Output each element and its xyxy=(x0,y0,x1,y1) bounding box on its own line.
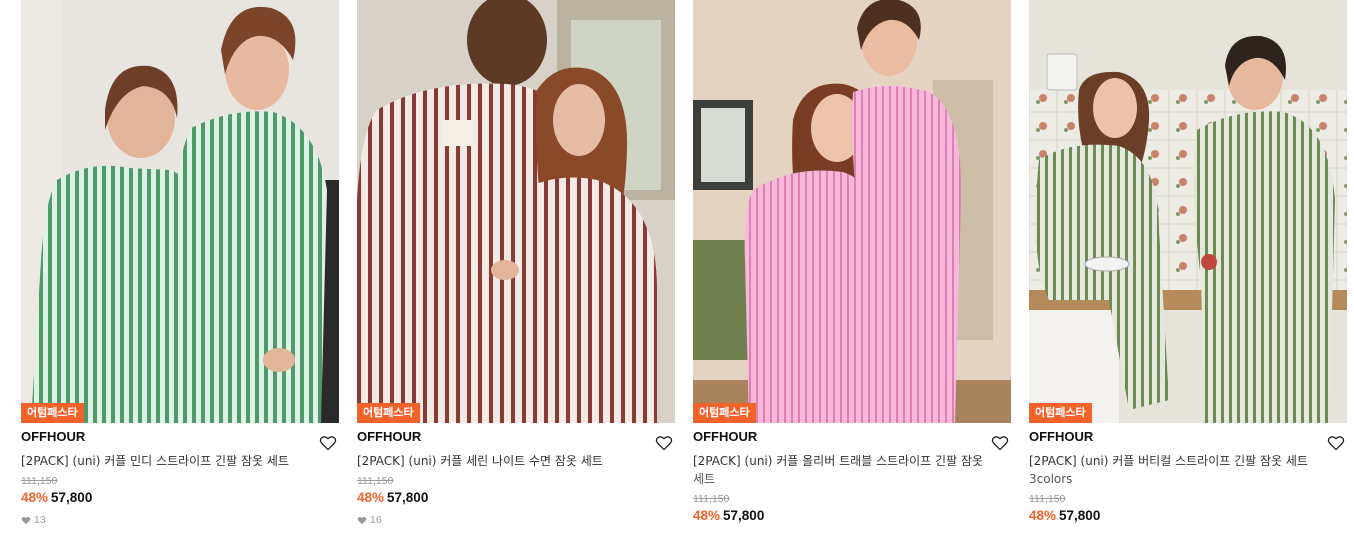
event-badge: 어텀페스타 xyxy=(1029,403,1092,423)
like-count: 13 xyxy=(21,514,339,526)
product-card[interactable]: 어텀페스타 OFFHOUR [2PACK] (uni) 커플 버티컬 스트라이프… xyxy=(1029,0,1347,525)
like-count-value: 16 xyxy=(370,514,382,526)
brand-name[interactable]: OFFHOUR xyxy=(357,429,675,445)
price-row: 48% 57,800 xyxy=(1029,507,1347,525)
price-row: 48% 57,800 xyxy=(693,507,1011,525)
original-price: 111,150 xyxy=(693,493,730,505)
product-photo-4 xyxy=(1029,0,1347,423)
sale-price: 57,800 xyxy=(51,490,93,505)
wishlist-heart-icon[interactable] xyxy=(991,435,1009,451)
product-photo-2 xyxy=(357,0,675,423)
product-name[interactable]: [2PACK] (uni) 커플 민디 스트라이프 긴팔 잠옷 세트 xyxy=(21,452,339,470)
sale-price: 57,800 xyxy=(1059,508,1101,523)
price-row: 48% 57,800 xyxy=(21,489,339,507)
discount-rate: 48% xyxy=(357,490,385,505)
product-card[interactable]: 어텀페스타 OFFHOUR [2PACK] (uni) 커플 민디 스트라이프 … xyxy=(21,0,339,526)
product-info: OFFHOUR [2PACK] (uni) 커플 민디 스트라이프 긴팔 잠옷 … xyxy=(21,423,339,526)
wishlist-heart-icon[interactable] xyxy=(319,435,337,451)
original-price: 111,150 xyxy=(21,475,58,487)
discount-rate: 48% xyxy=(693,508,721,523)
like-count: 16 xyxy=(357,514,675,526)
product-info: OFFHOUR [2PACK] (uni) 커플 버티컬 스트라이프 긴팔 잠옷… xyxy=(1029,423,1347,525)
event-badge: 어텀페스타 xyxy=(693,403,756,423)
brand-name[interactable]: OFFHOUR xyxy=(21,429,339,445)
product-name[interactable]: [2PACK] (uni) 커플 세린 나이트 수면 잠옷 세트 xyxy=(357,452,675,470)
product-card[interactable]: 어텀페스타 OFFHOUR [2PACK] (uni) 커플 올리버 트래블 스… xyxy=(693,0,1011,525)
product-photo-1 xyxy=(21,0,339,423)
heart-filled-icon xyxy=(21,516,31,524)
price-row: 48% 57,800 xyxy=(357,489,675,507)
product-photo-3 xyxy=(693,0,1011,423)
brand-name[interactable]: OFFHOUR xyxy=(1029,429,1347,445)
brand-name[interactable]: OFFHOUR xyxy=(693,429,1011,445)
product-grid: 어텀페스타 OFFHOUR [2PACK] (uni) 커플 민디 스트라이프 … xyxy=(0,0,1354,540)
like-count-value: 13 xyxy=(34,514,46,526)
product-name[interactable]: [2PACK] (uni) 커플 버티컬 스트라이프 긴팔 잠옷 세트 xyxy=(1029,452,1347,470)
discount-rate: 48% xyxy=(1029,508,1057,523)
original-price: 111,150 xyxy=(357,475,394,487)
original-price: 111,150 xyxy=(1029,493,1066,505)
color-options: 3colors xyxy=(1029,472,1073,486)
sale-price: 57,800 xyxy=(387,490,429,505)
discount-rate: 48% xyxy=(21,490,49,505)
wishlist-heart-icon[interactable] xyxy=(1327,435,1345,451)
product-card[interactable]: 어텀페스타 OFFHOUR [2PACK] (uni) 커플 세린 나이트 수면… xyxy=(357,0,675,526)
product-name[interactable]: [2PACK] (uni) 커플 올리버 트래블 스트라이프 긴팔 잠옷 xyxy=(693,452,1011,470)
heart-filled-icon xyxy=(357,516,367,524)
event-badge: 어텀페스타 xyxy=(21,403,84,423)
product-image[interactable]: 어텀페스타 xyxy=(21,0,339,423)
product-image[interactable]: 어텀페스타 xyxy=(357,0,675,423)
product-info: OFFHOUR [2PACK] (uni) 커플 세린 나이트 수면 잠옷 세트… xyxy=(357,423,675,526)
sale-price: 57,800 xyxy=(723,508,765,523)
product-image[interactable]: 어텀페스타 xyxy=(693,0,1011,423)
event-badge: 어텀페스타 xyxy=(357,403,420,423)
product-image[interactable]: 어텀페스타 xyxy=(1029,0,1347,423)
product-name-continued[interactable]: 세트 xyxy=(693,470,1011,488)
wishlist-heart-icon[interactable] xyxy=(655,435,673,451)
product-info: OFFHOUR [2PACK] (uni) 커플 올리버 트래블 스트라이프 긴… xyxy=(693,423,1011,525)
